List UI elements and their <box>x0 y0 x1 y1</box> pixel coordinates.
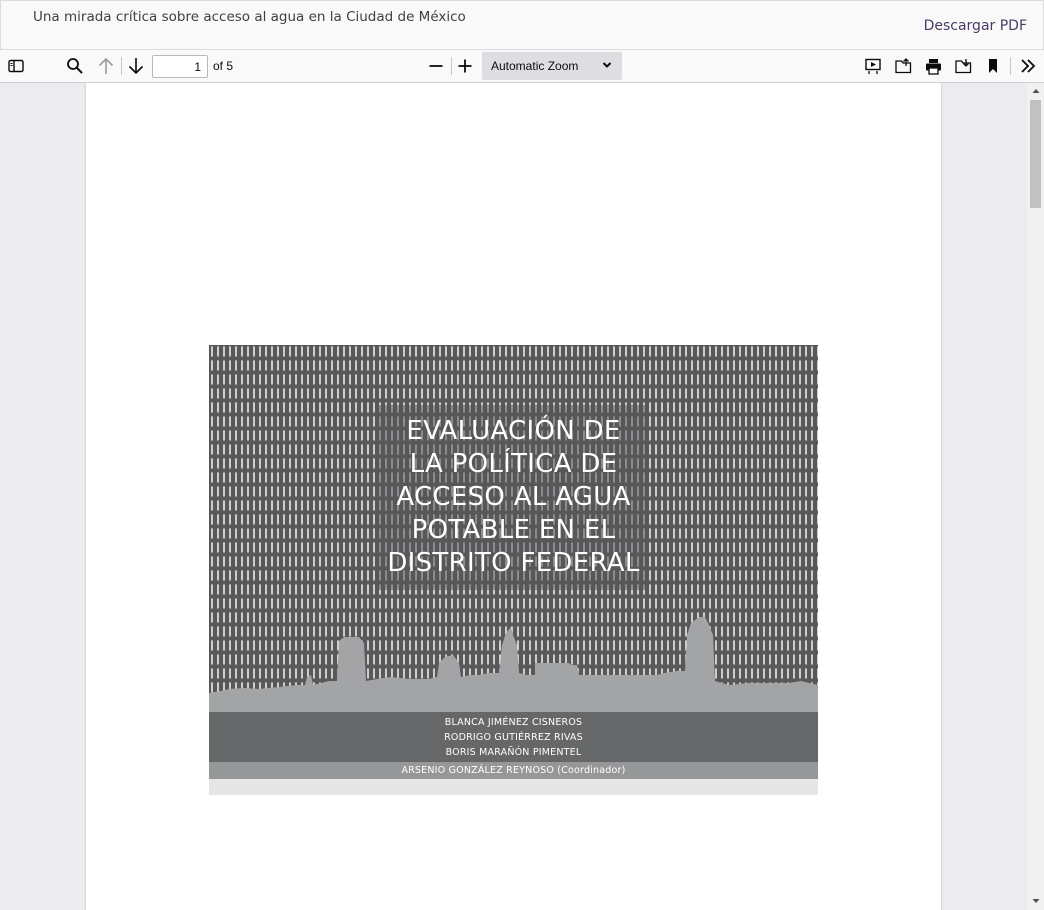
next-page-button[interactable] <box>123 54 149 78</box>
toolbar-separator <box>121 57 122 75</box>
arrow-up-icon <box>98 57 114 74</box>
vertical-scrollbar[interactable] <box>1027 83 1044 910</box>
open-file-button[interactable] <box>890 54 916 78</box>
arrow-down-icon <box>128 58 144 75</box>
bookmark-button[interactable] <box>980 54 1006 78</box>
presentation-mode-icon <box>865 58 881 74</box>
author-name: BLANCA JIMÉNEZ CISNEROS <box>444 717 583 728</box>
pdf-viewer[interactable]: EVALUACIÓN DE LA POLÍTICA DE ACCESO AL A… <box>0 83 1044 910</box>
pdf-page: EVALUACIÓN DE LA POLÍTICA DE ACCESO AL A… <box>86 83 941 910</box>
search-icon <box>67 58 83 74</box>
cover-title-line: ACCESO AL AGUA <box>396 482 631 512</box>
cover-authors: BLANCA JIMÉNEZ CISNEROS RODRIGO GUTIÉRRE… <box>209 712 818 762</box>
save-button[interactable] <box>950 54 976 78</box>
download-pdf-link[interactable]: Descargar PDF <box>924 18 1027 34</box>
cover-coordinator: ARSENIO GONZÁLEZ REYNOSO (Coordinador) <box>209 762 818 779</box>
cover-title-line: LA POLÍTICA DE <box>409 449 618 479</box>
previous-page-button[interactable] <box>93 54 119 78</box>
open-file-icon <box>894 58 911 74</box>
author-name: BORIS MARAÑÓN PIMENTEL <box>445 747 582 758</box>
sidebar-toggle-button[interactable] <box>3 54 29 78</box>
page-count: of 5 <box>213 59 234 73</box>
cover-title-line: POTABLE EN EL <box>411 515 616 545</box>
double-chevron-right-icon <box>1021 59 1036 73</box>
presentation-mode-button[interactable] <box>860 54 886 78</box>
scroll-down-arrow-icon <box>1032 899 1039 903</box>
sidebar-toggle-icon <box>8 59 24 73</box>
zoom-select-value: Automatic Zoom <box>491 59 579 73</box>
document-header: Una mirada crítica sobre acceso al agua … <box>0 0 1044 50</box>
search-button[interactable] <box>62 54 88 78</box>
print-button[interactable] <box>920 54 946 78</box>
cover-title-line: DISTRITO FEDERAL <box>387 548 640 578</box>
chevron-down-icon <box>602 62 612 68</box>
zoom-in-button[interactable] <box>452 54 478 78</box>
print-icon <box>925 58 941 75</box>
zoom-out-icon <box>429 65 443 67</box>
save-icon <box>954 59 971 74</box>
scroll-down-button[interactable] <box>1027 894 1044 908</box>
scroll-up-arrow-icon <box>1032 89 1039 93</box>
scroll-up-button[interactable] <box>1027 84 1044 98</box>
author-name: RODRIGO GUTIÉRREZ RIVAS <box>444 732 583 743</box>
cover-title: EVALUACIÓN DE LA POLÍTICA DE ACCESO AL A… <box>209 415 818 580</box>
cover-image: EVALUACIÓN DE LA POLÍTICA DE ACCESO AL A… <box>209 345 818 795</box>
cover-title-line: EVALUACIÓN DE <box>406 416 621 446</box>
scroll-thumb[interactable] <box>1030 100 1041 208</box>
page-number-input[interactable] <box>152 55 208 78</box>
toolbar-separator <box>1010 57 1011 75</box>
bookmark-icon <box>989 59 997 73</box>
zoom-in-icon <box>458 59 472 73</box>
zoom-select[interactable]: Automatic Zoom <box>482 52 622 80</box>
zoom-out-button[interactable] <box>423 54 449 78</box>
pdf-toolbar: of 5 Automatic Zoom <box>0 50 1044 83</box>
tools-menu-button[interactable] <box>1015 54 1041 78</box>
document-title: Una mirada crítica sobre acceso al agua … <box>33 9 466 25</box>
